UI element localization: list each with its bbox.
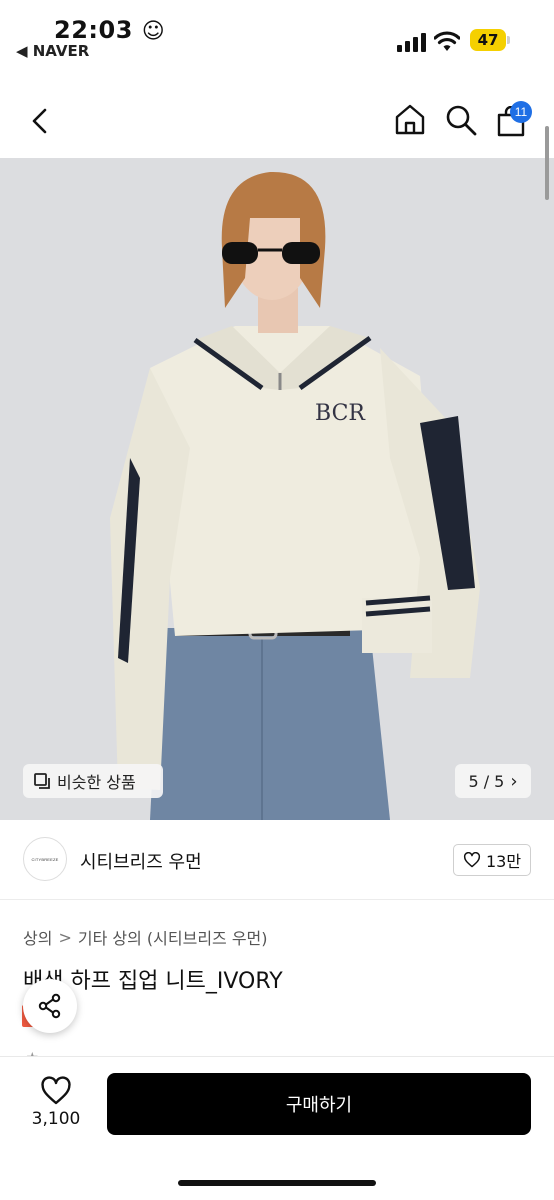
buy-button[interactable]: 구매하기: [107, 1073, 531, 1135]
heart-icon: [463, 852, 480, 868]
breadcrumb: 상의 > 기타 상의 (시티브리즈 우먼): [23, 925, 268, 949]
brand-logo[interactable]: CITYBREEZE: [23, 837, 67, 881]
wifi-icon: [434, 31, 460, 51]
home-indicator[interactable]: [178, 1180, 376, 1186]
smiley-icon: ☺: [141, 19, 166, 44]
breadcrumb-item[interactable]: 상의: [23, 925, 52, 949]
wishlist-count: 3,100: [31, 1109, 81, 1129]
similar-items-icon: [34, 773, 50, 789]
image-counter[interactable]: 5 / 5 ›: [455, 764, 531, 798]
back-to-app-link[interactable]: ◀ NAVER: [16, 42, 89, 60]
share-button[interactable]: [23, 979, 77, 1033]
status-time: 22:03 ☺: [54, 16, 166, 44]
home-icon[interactable]: [393, 102, 427, 136]
battery-tip: [507, 36, 510, 44]
share-icon: [38, 993, 61, 1019]
search-icon[interactable]: [444, 103, 478, 137]
product-photo: BCR: [0, 158, 554, 820]
similar-products-button[interactable]: 비슷한 상품: [23, 764, 163, 798]
image-counter-text: 5 / 5: [468, 771, 505, 791]
cellular-signal-icon: [397, 33, 426, 52]
page-scrollbar[interactable]: [545, 126, 549, 200]
svg-text:BCR: BCR: [315, 401, 366, 426]
status-bar: 22:03 ☺ ◀ NAVER 47: [0, 0, 554, 80]
cart-count-badge: 11: [510, 101, 532, 123]
battery-indicator: 47: [470, 29, 506, 51]
breadcrumb-separator: >: [58, 927, 72, 947]
breadcrumb-item[interactable]: 기타 상의 (시티브리즈 우먼): [78, 925, 268, 949]
brand-section: CITYBREEZE 시티브리즈 우먼 13만: [0, 822, 554, 900]
similar-products-label: 비슷한 상품: [57, 773, 136, 792]
brand-name[interactable]: 시티브리즈 우먼: [80, 848, 202, 874]
brand-like-count: 13만: [485, 852, 522, 871]
chevron-right-icon: ›: [510, 770, 518, 792]
product-image-carousel[interactable]: BCR: [0, 158, 554, 820]
back-icon[interactable]: [27, 104, 53, 138]
wishlist-heart-icon[interactable]: [40, 1076, 72, 1106]
brand-like-button[interactable]: 13만: [453, 844, 531, 876]
